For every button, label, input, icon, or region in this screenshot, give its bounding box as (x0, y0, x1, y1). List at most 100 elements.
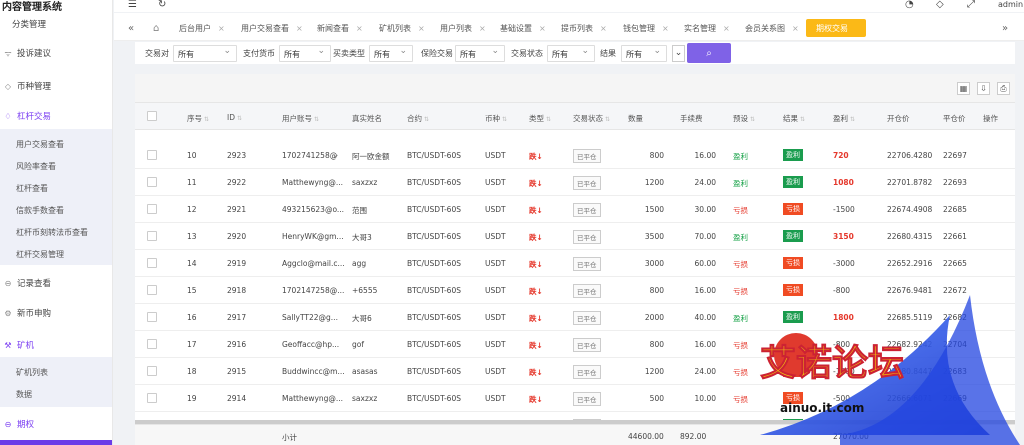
tabs-scroll-left-icon[interactable]: « (128, 19, 134, 37)
close-icon: × (539, 23, 546, 33)
watermark-title: 艾诺论坛 (760, 343, 904, 384)
col-header[interactable]: 手续费 (680, 113, 703, 124)
col-header[interactable]: 开仓价 (887, 113, 910, 124)
submenu-item[interactable]: 杠杆交易管理 (16, 249, 64, 260)
row-checkbox[interactable] (147, 393, 157, 403)
cell-name: +6555 (352, 286, 378, 295)
result-select[interactable]: 所有 (621, 45, 667, 62)
submenu-item[interactable]: 用户交易查看 (16, 139, 64, 150)
chevron-down-icon[interactable]: ⌄ (332, 150, 340, 160)
row-checkbox[interactable] (147, 231, 157, 241)
cell-type: 跌↓ (529, 341, 543, 350)
tab-member-graph[interactable]: 会员关系图 × (745, 19, 799, 37)
user-name[interactable]: admin (998, 0, 1023, 9)
row-checkbox[interactable] (147, 339, 157, 349)
trade-pair-select[interactable]: 所有 (173, 45, 237, 62)
search-button[interactable]: ⌕ (687, 43, 731, 63)
tab-admin-users[interactable]: 后台用户 × (179, 19, 225, 37)
sidebar-item-coins[interactable]: ◇ 币种管理 (0, 80, 112, 93)
submenu-item[interactable]: 数据 (16, 389, 32, 400)
tag-icon[interactable]: ◇ (936, 0, 944, 10)
tab-miners[interactable]: 矿机列表 × (379, 19, 425, 37)
col-header[interactable]: 用户账号 ⇅ (282, 113, 319, 124)
palette-icon[interactable]: ◔ (905, 0, 914, 10)
tab-realname[interactable]: 实名管理 × (684, 19, 730, 37)
cell-contract: BTC/USDT-60S (407, 232, 461, 241)
tab-withdrawals[interactable]: 提币列表 × (561, 19, 607, 37)
table-row[interactable]: 12 2921 493215623@o... 范围 BTC/USDT-60S USDT 跌↓… (135, 196, 1015, 223)
cell-no: 11 (187, 178, 197, 187)
row-checkbox[interactable] (147, 258, 157, 268)
cell-no: 18 (187, 367, 197, 376)
col-header[interactable]: 操作 (983, 113, 998, 124)
menu-toggle-icon[interactable]: ☰ (128, 0, 137, 10)
submenu-item[interactable]: 杠杆查看 (16, 183, 48, 194)
insurance-select[interactable]: 所有 (455, 45, 505, 62)
cell-qty: 1500 (644, 205, 664, 214)
submenu-item[interactable]: 杠杆币刻转法币查看 (16, 227, 88, 238)
tabs-scroll-right-icon[interactable]: » (1002, 19, 1008, 37)
col-header[interactable]: 合约 ⇅ (407, 113, 429, 124)
cell-qty: 800 (649, 286, 664, 295)
row-checkbox[interactable] (147, 285, 157, 295)
chevron-down-icon[interactable]: ⌄ (672, 45, 685, 62)
tab-options-trade[interactable]: 期权交易 (806, 19, 866, 37)
col-header[interactable]: 平仓价 (943, 113, 966, 124)
cell-pnl: 720 (833, 151, 849, 160)
tab-wallets[interactable]: 钱包管理 × (623, 19, 669, 37)
trade-type-select[interactable]: 所有 (369, 45, 413, 62)
sidebar-item-complaints[interactable]: ᯤ 投诉建议 (0, 47, 112, 60)
sidebar-item-lever[interactable]: ♢ 杠杆交易 (0, 110, 112, 123)
submenu-item[interactable]: 信款手数查看 (16, 205, 64, 216)
refresh-icon[interactable]: ↻ (158, 0, 166, 10)
export-icon[interactable]: ⇩ (977, 82, 990, 95)
table-row[interactable]: 14 2919 Aggclo@mail.c... agg BTC/USDT-60S USD… (135, 250, 1015, 277)
submenu-item[interactable]: 矿机列表 (16, 367, 48, 378)
option-icon: ⊖ (4, 419, 12, 429)
col-header[interactable]: 数量 (628, 113, 643, 124)
cell-name: 范围 (352, 206, 367, 215)
columns-icon[interactable]: ▦ (957, 82, 970, 95)
tab-user-trades[interactable]: 用户交易查看 × (241, 19, 303, 37)
table-row[interactable]: 13 2920 HenryWK@gm... 大哥3 BTC/USDT-60S USDT 跌↓… (135, 223, 1015, 250)
row-checkbox[interactable] (147, 366, 157, 376)
col-header[interactable]: ID ⇅ (227, 113, 242, 122)
submenu-item[interactable]: 风险率查看 (16, 161, 56, 172)
row-checkbox[interactable] (147, 177, 157, 187)
col-header[interactable]: 真实姓名 (352, 113, 382, 124)
col-header[interactable]: 交易状态 ⇅ (573, 113, 610, 124)
row-checkbox[interactable] (147, 204, 157, 214)
cell-coin: USDT (485, 205, 506, 214)
cell-fee: 60.00 (694, 259, 716, 268)
tab-settings[interactable]: 基础设置 × (500, 19, 546, 37)
sidebar-item-options[interactable]: ⊖ 期权 (0, 418, 112, 431)
select-all-checkbox[interactable] (147, 111, 157, 121)
col-header[interactable]: 预设 ⇅ (733, 113, 755, 124)
col-header[interactable]: 结果 ⇅ (783, 113, 805, 124)
fullscreen-icon[interactable]: ⤢ (967, 0, 975, 10)
cell-type: 跌↓ (529, 152, 543, 161)
row-checkbox[interactable] (147, 312, 157, 322)
sidebar-item-newcoin[interactable]: ⚙ 新币申购 (0, 307, 112, 320)
col-header[interactable]: 类型 ⇅ (529, 113, 551, 124)
cell-name: agg (352, 259, 367, 268)
table-row[interactable]: 10 2923 1702741258@ 阿一欧金额 BTC/USDT-60S USDT 跌↓… (135, 142, 1015, 169)
sidebar-item-category[interactable]: 分类管理 (12, 18, 112, 30)
col-header[interactable]: 盈利 ⇅ (833, 113, 855, 124)
search-icon: ⌕ (706, 47, 712, 59)
cell-qty: 800 (649, 340, 664, 349)
col-header[interactable]: 序号 ⇅ (187, 113, 209, 124)
sidebar-item-records[interactable]: ⊖ 记录查看 (0, 277, 112, 290)
tab-news[interactable]: 新闻查看 × (317, 19, 363, 37)
col-header[interactable]: 币种 ⇅ (485, 113, 507, 124)
table-row[interactable]: 11 2922 Matthewyng@... saxzxz BTC/USDT-60S US… (135, 169, 1015, 196)
trade-status-select[interactable]: 所有 (547, 45, 595, 62)
filter-label: 保险交易 (421, 49, 453, 58)
row-checkbox[interactable] (147, 150, 157, 160)
sidebar-item-miner[interactable]: ⚒ 矿机 (0, 339, 112, 352)
pay-currency-select[interactable]: 所有 (279, 45, 331, 62)
tab-users[interactable]: 用户列表 × (440, 19, 486, 37)
cell-coin: USDT (485, 232, 506, 241)
print-icon[interactable]: ⎙ (997, 82, 1010, 95)
home-icon[interactable]: ⌂ (153, 19, 159, 37)
